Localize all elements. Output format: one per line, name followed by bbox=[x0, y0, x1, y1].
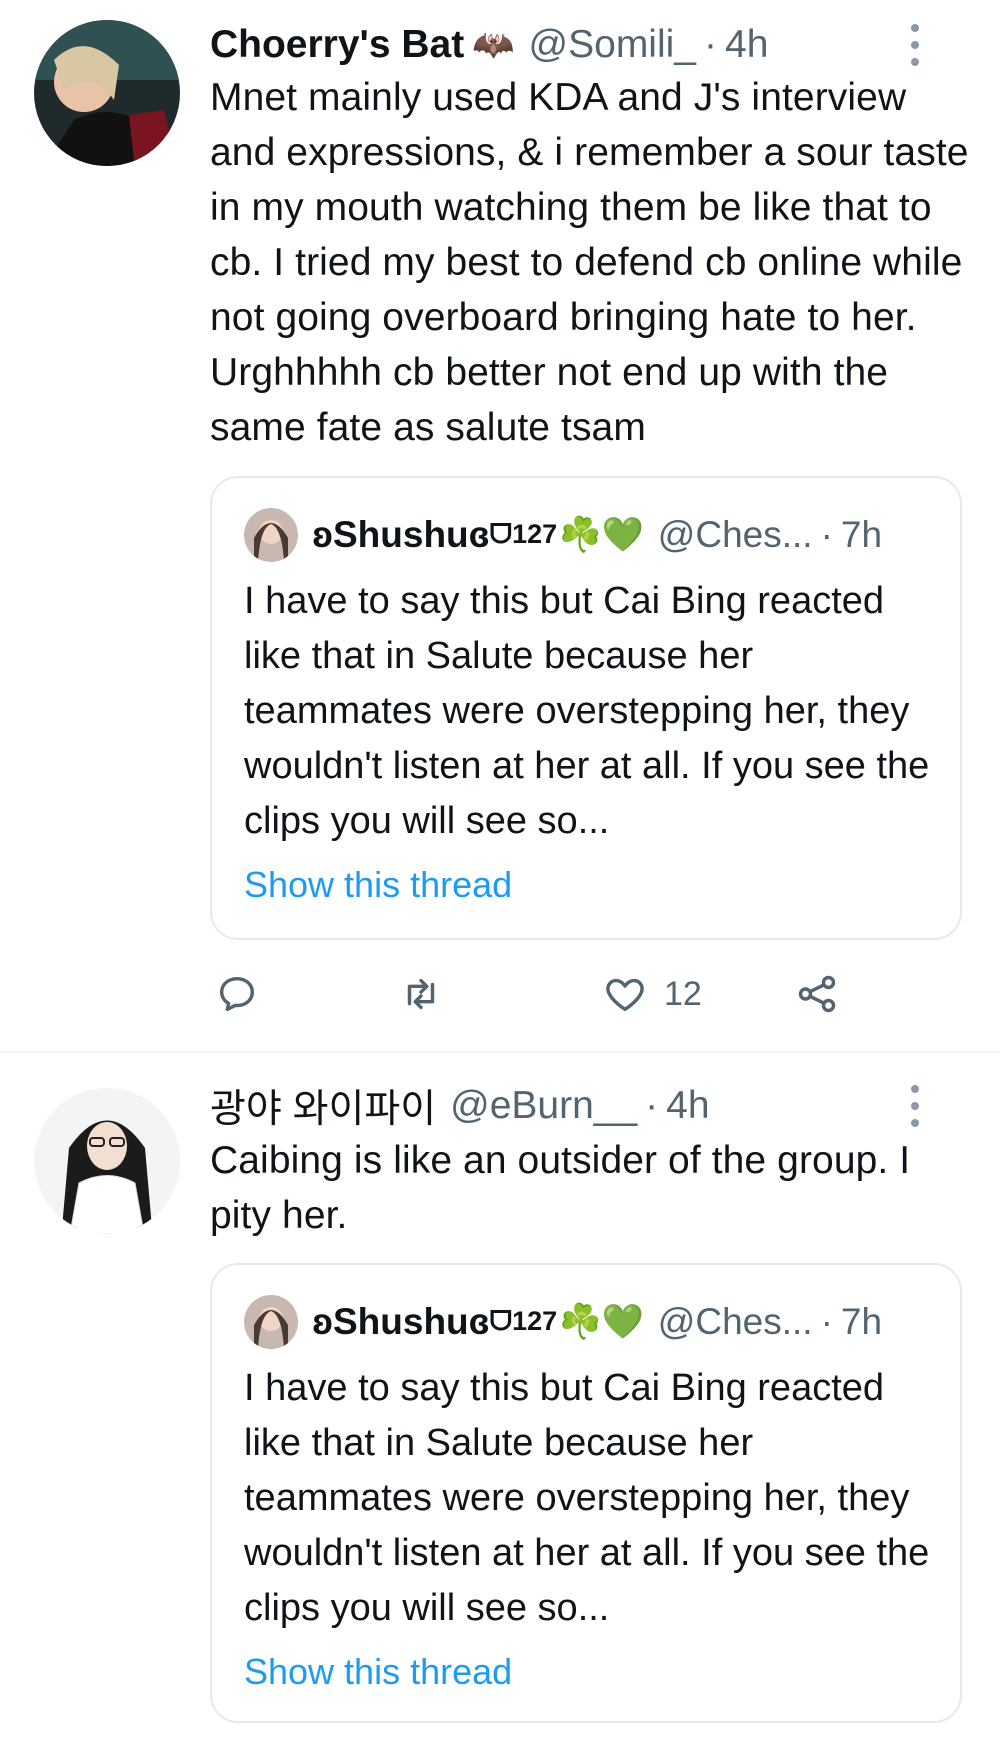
quoted-avatar bbox=[244, 1295, 298, 1349]
avatar-image bbox=[34, 1088, 180, 1234]
quoted-tweet-text: I have to say this but Cai Bing reacted … bbox=[244, 1367, 930, 1629]
tweet[interactable]: 광야 와이파이 @eBurn__ · 4h Caibing is like an… bbox=[0, 1053, 1000, 1748]
show-thread-link[interactable]: Show this thread bbox=[244, 864, 512, 906]
quoted-tweet-header: ʚShushuɞ ᗜ127 ☘️💚 @Ches... · 7h bbox=[244, 506, 940, 564]
tweet-text: Mnet mainly used KDA and J's interview a… bbox=[210, 76, 969, 449]
show-thread-link[interactable]: Show this thread bbox=[244, 1651, 512, 1693]
author-handle[interactable]: @eBurn__ bbox=[450, 1084, 637, 1128]
quoted-author-handle: @Ches... bbox=[657, 1301, 813, 1342]
tweet[interactable]: Choerry's Bat 🦇 @Somili_ · 4h Mnet mainl… bbox=[0, 0, 1000, 1053]
quoted-tweet-text: I have to say this but Cai Bing reacted … bbox=[244, 580, 930, 842]
quoted-timestamp: 7h bbox=[840, 1301, 883, 1342]
tweet-text: Caibing is like an outsider of the group… bbox=[210, 1139, 911, 1237]
quoted-author-badge: ᗜ127 bbox=[489, 519, 558, 549]
reply-button[interactable] bbox=[214, 970, 260, 1018]
separator: · bbox=[645, 1084, 659, 1127]
retweet-icon bbox=[407, 978, 435, 1010]
reply-icon bbox=[219, 976, 255, 1012]
timestamp[interactable]: 4h bbox=[725, 23, 768, 67]
like-count: 12 bbox=[664, 974, 702, 1013]
clover-heart-icon: ☘️💚 bbox=[559, 1303, 644, 1341]
quoted-author-badge: ᗜ127 bbox=[489, 1306, 558, 1336]
tweet-actions: 12 bbox=[210, 970, 850, 1018]
avatar[interactable] bbox=[34, 20, 180, 166]
more-options-icon[interactable] bbox=[910, 24, 920, 66]
quoted-author-name: ʚShushuɞ bbox=[312, 514, 490, 555]
share-icon bbox=[798, 975, 836, 1013]
quoted-tweet[interactable]: ʚShushuɞ ᗜ127 ☘️💚 @Ches... · 7h I have t… bbox=[210, 476, 962, 940]
separator: · bbox=[704, 23, 717, 66]
tweet-header: 광야 와이파이 @eBurn__ · 4h bbox=[210, 1081, 970, 1131]
author-name[interactable]: 광야 와이파이 bbox=[210, 1078, 436, 1134]
like-button[interactable]: 12 bbox=[602, 970, 702, 1018]
author-handle[interactable]: @Somili_ bbox=[529, 23, 696, 67]
author-name[interactable]: Choerry's Bat bbox=[210, 23, 464, 67]
timestamp[interactable]: 4h bbox=[666, 1084, 709, 1128]
avatar[interactable] bbox=[34, 1088, 180, 1234]
tweet-header: Choerry's Bat 🦇 @Somili_ · 4h bbox=[210, 20, 970, 70]
quoted-timestamp: 7h bbox=[840, 514, 883, 555]
separator: · bbox=[820, 514, 833, 555]
bat-icon: 🦇 bbox=[472, 26, 515, 64]
heart-icon bbox=[606, 978, 644, 1012]
avatar-image bbox=[34, 20, 180, 166]
quoted-tweet-header: ʚShushuɞ ᗜ127 ☘️💚 @Ches... · 7h bbox=[244, 1293, 940, 1351]
tweet-feed: Choerry's Bat 🦇 @Somili_ · 4h Mnet mainl… bbox=[0, 0, 1000, 1748]
quoted-author-handle: @Ches... bbox=[657, 514, 813, 555]
quoted-tweet[interactable]: ʚShushuɞ ᗜ127 ☘️💚 @Ches... · 7h I have t… bbox=[210, 1263, 962, 1723]
quoted-avatar bbox=[244, 508, 298, 562]
separator: · bbox=[820, 1301, 833, 1342]
retweet-button[interactable] bbox=[398, 970, 444, 1018]
clover-heart-icon: ☘️💚 bbox=[559, 516, 644, 554]
quoted-author-name: ʚShushuɞ bbox=[312, 1301, 490, 1342]
share-button[interactable] bbox=[794, 970, 840, 1018]
more-options-icon[interactable] bbox=[910, 1085, 920, 1127]
